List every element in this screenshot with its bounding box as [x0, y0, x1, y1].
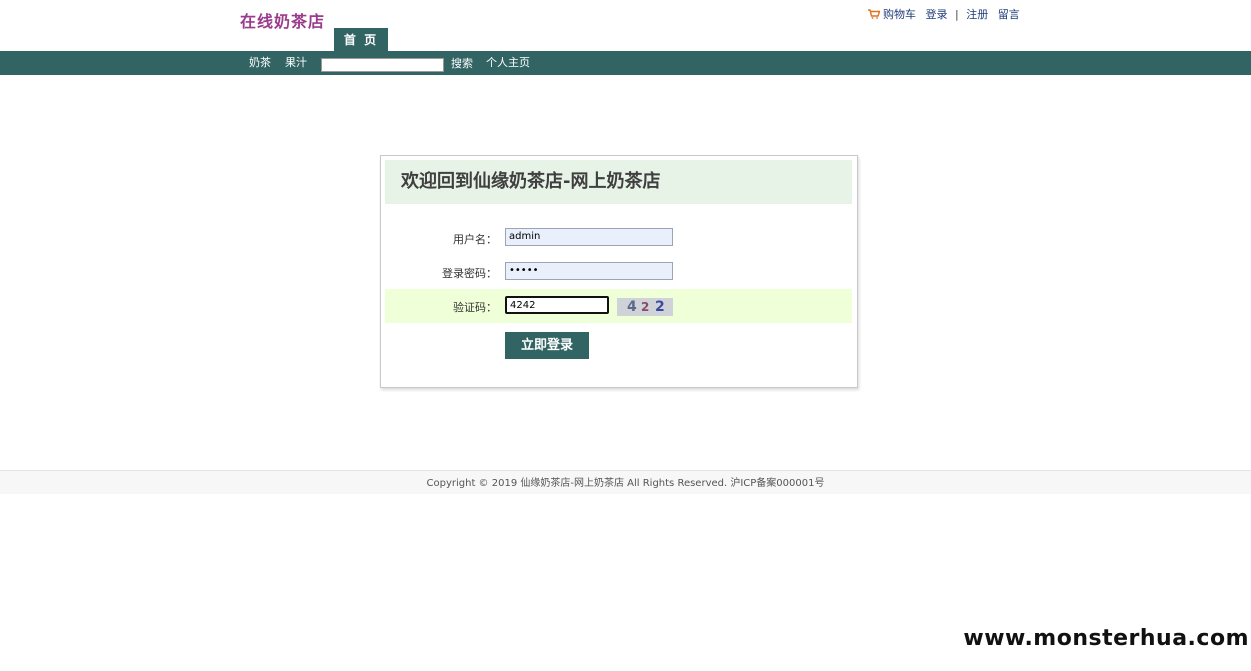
- password-field[interactable]: •••••: [505, 262, 673, 280]
- search-input[interactable]: [321, 58, 444, 72]
- nav-item-milk-tea[interactable]: 奶茶: [249, 51, 271, 75]
- link-separator: |: [955, 8, 959, 21]
- search-button[interactable]: 搜索: [451, 52, 473, 76]
- login-link[interactable]: 登录: [926, 6, 948, 22]
- username-field[interactable]: admin: [505, 228, 673, 246]
- captcha-image[interactable]: 4 2 2: [617, 298, 673, 316]
- cart-link-label: 购物车: [883, 8, 916, 21]
- username-row: 用户名： admin: [385, 221, 852, 255]
- cart-icon: [868, 9, 880, 19]
- footer-copyright: Copyright © 2019 仙缘奶茶店-网上奶茶店 All Rights …: [0, 470, 1251, 494]
- login-title: 欢迎回到仙缘奶茶店-网上奶茶店: [385, 160, 852, 204]
- watermark-text: www.monsterhua.com: [963, 626, 1249, 651]
- nav-item-juice[interactable]: 果汁: [285, 51, 307, 75]
- captcha-row: 验证码： 4242 4 2 2: [385, 289, 852, 323]
- password-label: 登录密码：: [442, 267, 497, 280]
- captcha-char: 4: [627, 299, 637, 315]
- login-submit-button[interactable]: 立即登录: [505, 332, 589, 359]
- captcha-label: 验证码：: [453, 301, 497, 314]
- top-links: 购物车 登录 | 注册 留言: [868, 6, 1020, 22]
- username-label: 用户名：: [453, 233, 497, 246]
- tab-home[interactable]: 首 页: [334, 28, 388, 52]
- password-row: 登录密码： •••••: [385, 255, 852, 289]
- site-logo[interactable]: 在线奶茶店: [240, 8, 325, 32]
- cart-link[interactable]: 购物车: [868, 6, 916, 22]
- captcha-char: 2: [655, 299, 665, 315]
- navbar: 奶茶 果汁 搜索 个人主页: [0, 51, 1251, 75]
- nav-item-profile[interactable]: 个人主页: [486, 51, 530, 75]
- captcha-field[interactable]: 4242: [505, 296, 609, 314]
- message-link[interactable]: 留言: [998, 6, 1020, 22]
- captcha-char: 2: [641, 300, 650, 314]
- register-link[interactable]: 注册: [966, 6, 988, 22]
- login-box: 欢迎回到仙缘奶茶店-网上奶茶店 用户名： admin 登录密码： ••••• 验…: [380, 155, 858, 388]
